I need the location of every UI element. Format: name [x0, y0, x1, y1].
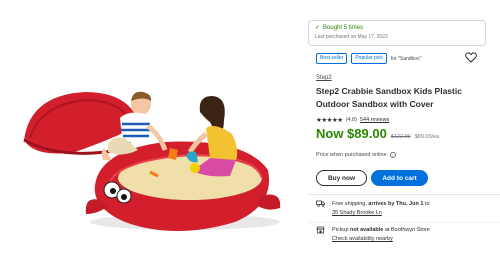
- pickup-status: not available: [350, 227, 384, 233]
- store-icon: [316, 226, 325, 234]
- badge-row: Best seller Popular pick for "Sandbox": [316, 53, 421, 64]
- brand-link[interactable]: Step2: [316, 75, 332, 81]
- unit-price: $89.00/ea: [414, 134, 440, 140]
- pickup-prefix: Pickup: [332, 227, 351, 233]
- price-note: Price when purchased online i: [316, 152, 396, 158]
- shipping-address-link[interactable]: 35 Shady Brooke Ln: [332, 210, 382, 216]
- was-price: $122.00: [390, 134, 411, 140]
- reviews-link[interactable]: 544 reviews: [360, 117, 389, 123]
- heart-icon[interactable]: [465, 52, 477, 63]
- price-row: Now $89.00 $122.00 $89.00/ea: [316, 126, 439, 141]
- buy-box: ✓ Bought 5 times Last purchased on May 1…: [308, 0, 500, 253]
- rating-row: ★★★★★ (4.8) 544 reviews: [316, 116, 389, 124]
- product-image[interactable]: [0, 0, 300, 253]
- pickup-text: Pickup not available at Boothwyn Store C…: [332, 226, 430, 244]
- info-icon[interactable]: i: [389, 152, 396, 158]
- best-seller-badge: Best seller: [316, 53, 348, 64]
- popular-pick-badge: Popular pick: [351, 53, 387, 64]
- pickup-option[interactable]: Pickup not available at Boothwyn Store C…: [316, 226, 430, 244]
- divider: [308, 194, 500, 195]
- truck-icon: [316, 200, 325, 207]
- last-purchased-date: Last purchased on May 17, 2023: [315, 34, 388, 40]
- checkmark-icon: ✓: [315, 25, 321, 31]
- shipping-prefix: Free shipping,: [332, 201, 369, 207]
- purchase-history-card[interactable]: ✓ Bought 5 times Last purchased on May 1…: [308, 20, 486, 46]
- current-price: Now $89.00: [316, 126, 387, 141]
- bought-count: ✓ Bought 5 times: [315, 24, 479, 32]
- buy-now-button[interactable]: Buy now: [316, 170, 367, 186]
- badge-context: for "Sandbox": [390, 55, 422, 62]
- shipping-text: Free shipping, arrives by Thu, Jun 1 to …: [332, 200, 430, 218]
- crabbie-sandbox-illustration: [23, 91, 281, 231]
- price-note-text: Price when purchased online: [316, 152, 387, 158]
- pickup-store: at Boothwyn Store: [383, 227, 430, 233]
- shipping-arrival: arrives by Thu, Jun 1: [368, 201, 424, 207]
- add-to-cart-button[interactable]: Add to cart: [371, 170, 428, 186]
- rating-value: (4.8): [345, 117, 357, 123]
- check-availability-link[interactable]: Check availability nearby: [332, 236, 393, 242]
- divider: [308, 222, 500, 223]
- shipping-suffix: to: [423, 201, 430, 207]
- product-title: Step2 Crabbie Sandbox Kids Plastic Outdo…: [316, 86, 462, 109]
- bought-label: Bought 5 times: [323, 24, 364, 31]
- star-rating-icon: ★★★★★: [316, 117, 343, 124]
- shipping-option[interactable]: Free shipping, arrives by Thu, Jun 1 to …: [316, 200, 430, 218]
